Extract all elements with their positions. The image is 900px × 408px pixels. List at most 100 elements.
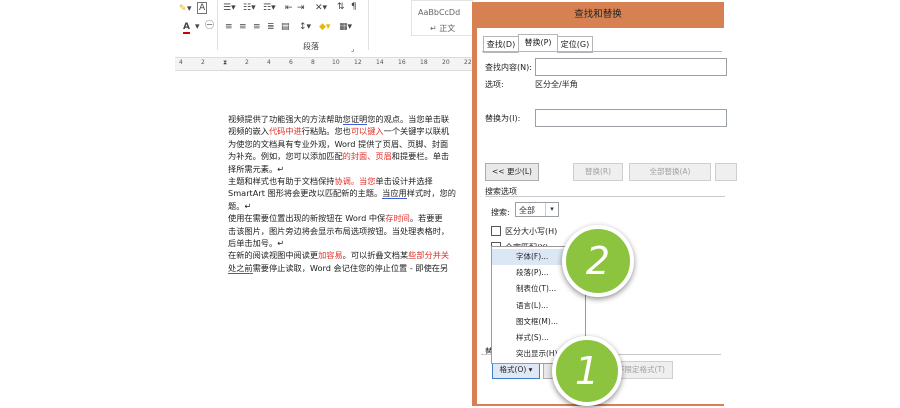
find-what-label: 查找内容(N): bbox=[485, 63, 532, 72]
character-border-icon[interactable]: A bbox=[197, 2, 208, 14]
match-case-label: 区分大小写(H) bbox=[505, 227, 558, 236]
find-next-button[interactable] bbox=[715, 163, 737, 181]
replace-with-input[interactable] bbox=[535, 109, 727, 127]
indent-marker-icon[interactable]: ⧗ bbox=[223, 59, 227, 67]
sort-icon[interactable]: ⇅ bbox=[337, 2, 345, 12]
underlined-text: 当应用 bbox=[382, 188, 407, 200]
menu-item-frame[interactable]: 图文框(M)... bbox=[492, 314, 584, 330]
ruler-tick: 2 bbox=[201, 59, 205, 66]
text-run: 主题和样式也有助于文档保持 bbox=[228, 175, 335, 186]
section-divider bbox=[485, 196, 725, 197]
horizontal-ruler[interactable]: 4 2 ⧗ 2 4 6 8 10 12 14 16 18 20 22 bbox=[175, 57, 475, 71]
bullets-icon[interactable]: ☰▾ bbox=[223, 3, 236, 13]
style-sample-text: AaBbCcDd bbox=[418, 8, 461, 17]
ruler-tick: 4 bbox=[179, 59, 183, 66]
document-line: 题。↵ bbox=[228, 200, 478, 212]
revision-text: 加容易 bbox=[318, 250, 343, 261]
search-direction-value: 全部 bbox=[519, 206, 535, 215]
ruler-tick: 16 bbox=[398, 59, 406, 66]
search-direction-select[interactable]: 全部 ▾ bbox=[515, 202, 559, 217]
align-center-icon[interactable]: ≡ bbox=[239, 22, 247, 32]
text-run: 。可以折叠文档某 bbox=[342, 250, 409, 261]
underlined-text: 处之前 bbox=[228, 262, 253, 274]
replace-all-button[interactable]: 全部替换(A) bbox=[629, 163, 711, 181]
distributed-icon[interactable]: ▤ bbox=[281, 22, 290, 32]
dropdown-arrow-icon[interactable]: ▾ bbox=[195, 22, 200, 32]
ribbon-separator bbox=[368, 0, 369, 50]
revision-text: 代码中进 bbox=[268, 126, 302, 137]
text-run: 为补充。例如，您可以添加匹配 bbox=[228, 151, 343, 162]
text-run: 和提要栏。单击 bbox=[391, 151, 450, 162]
chevron-down-icon: ▾ bbox=[545, 203, 558, 216]
revision-text: 存时间 bbox=[385, 213, 410, 224]
ruler-tick: 18 bbox=[420, 59, 428, 66]
replace-button[interactable]: 替换(R) bbox=[573, 163, 623, 181]
text-run: 视频提供了功能强大的方法帮助 bbox=[228, 114, 343, 124]
match-case-checkbox[interactable] bbox=[491, 226, 501, 236]
paragraph-group-label: 段落 bbox=[303, 42, 319, 51]
dropdown-arrow-icon[interactable]: ▾ bbox=[187, 4, 192, 14]
chinese-layout-icon[interactable]: ✕▾ bbox=[315, 3, 327, 13]
dialog-title: 查找和替换 bbox=[574, 9, 622, 20]
revision-text: 可以键入 bbox=[350, 126, 384, 137]
increase-indent-icon[interactable]: ⇥ bbox=[297, 3, 305, 13]
ruler-tick: 10 bbox=[332, 59, 340, 66]
ribbon: ✎ ▾ A A ▾ ㊀ ☰▾ ☷▾ ☶▾ ⇤ ⇥ ✕▾ ⇅ ¶ ≡ ≡ ≡ ≣ … bbox=[175, 0, 475, 58]
font-color-icon[interactable]: A bbox=[183, 22, 190, 34]
search-direction-label: 搜索: bbox=[491, 208, 510, 217]
align-right-icon[interactable]: ≡ bbox=[253, 22, 261, 32]
callout-2: 2 bbox=[562, 225, 634, 297]
highlight-icon[interactable]: ✎ bbox=[179, 4, 187, 14]
find-what-input[interactable] bbox=[535, 58, 727, 76]
revision-text: 协调。当您 bbox=[334, 175, 376, 186]
menu-item-language[interactable]: 语言(L)... bbox=[492, 298, 584, 314]
options-label: 选项: bbox=[485, 80, 504, 89]
text-run: 您的观点。当您单击联 bbox=[367, 114, 450, 124]
decrease-indent-icon[interactable]: ⇤ bbox=[285, 3, 293, 13]
text-run: 单击设计并选择 bbox=[375, 175, 433, 186]
text-run: 需要停止读取，Word 会记住您的停止位置 - 即使在另 bbox=[252, 262, 449, 273]
document-body[interactable]: 视频提供了功能强大的方法帮助您证明您的观点。当您单击联 视频的嵌入代码中进行粘贴。… bbox=[228, 113, 478, 274]
show-marks-icon[interactable]: ¶ bbox=[351, 2, 357, 12]
replace-with-label: 替换为(I): bbox=[485, 114, 521, 123]
align-left-icon[interactable]: ≡ bbox=[225, 22, 233, 32]
document-line: 后单击加号。↵ bbox=[228, 237, 478, 249]
text-run: 。若要更 bbox=[409, 213, 443, 224]
ribbon-separator bbox=[217, 0, 218, 50]
document-line: 视频提供了功能强大的方法帮助您证明您的观点。当您单击联 bbox=[228, 113, 478, 125]
borders-icon[interactable]: ▦▾ bbox=[339, 22, 352, 32]
ruler-tick: 14 bbox=[376, 59, 384, 66]
document-line: 为使您的文档具有专业外观，Word 提供了页眉、页脚、封面 bbox=[228, 138, 478, 150]
multilevel-icon[interactable]: ☶▾ bbox=[263, 3, 276, 13]
text-run: 择所需元素。↵ bbox=[228, 163, 284, 174]
text-run: 在新的阅读视图中阅读更 bbox=[228, 250, 319, 261]
document-line: 主题和样式也有助于文档保持协调。当您单击设计并选择 bbox=[228, 175, 478, 187]
ruler-tick: 22 bbox=[464, 59, 472, 66]
line-spacing-icon[interactable]: ↕▾ bbox=[299, 22, 311, 32]
revision-text: 些部分并关 bbox=[408, 250, 450, 261]
document-line: 视频的嵌入代码中进行粘贴。您也可以键入一个关键字以联机 bbox=[228, 125, 478, 137]
text-run: 后单击加号。↵ bbox=[228, 237, 284, 248]
enclose-character-icon[interactable]: ㊀ bbox=[205, 21, 214, 31]
document-line: 在新的阅读视图中阅读更加容易。可以折叠文档某些部分并关 bbox=[228, 249, 478, 261]
document-line: 为补充。例如，您可以添加匹配的封面、页眉和提要栏。单击 bbox=[228, 150, 478, 162]
document-line: 处之前需要停止读取，Word 会记住您的停止位置 - 即使在另 bbox=[228, 262, 478, 274]
shading-icon[interactable]: ◆▾ bbox=[319, 22, 330, 32]
text-run: 样式时，您的 bbox=[406, 188, 456, 199]
less-button[interactable]: << 更少(L) bbox=[485, 163, 539, 181]
ruler-tick: 4 bbox=[267, 59, 271, 66]
text-run: 行粘贴。您也 bbox=[301, 126, 351, 137]
callout-1: 1 bbox=[552, 336, 622, 406]
style-name-label: ↵ 正文 bbox=[430, 24, 456, 33]
justify-icon[interactable]: ≣ bbox=[267, 22, 275, 32]
document-line: 择所需元素。↵ bbox=[228, 163, 478, 175]
ruler-tick: 8 bbox=[311, 59, 315, 66]
text-run: 为使您的文档具有专业外观，Word 提供了页眉、页脚、封面 bbox=[228, 138, 449, 149]
text-run: 使用在需要位置出现的新按钮在 Word 中保 bbox=[228, 213, 386, 224]
numbering-icon[interactable]: ☷▾ bbox=[243, 3, 256, 13]
revision-text: 的封面、页眉 bbox=[342, 151, 392, 162]
ruler-tick: 6 bbox=[289, 59, 293, 66]
dialog-launcher-icon[interactable]: ⌟ bbox=[351, 44, 354, 54]
style-sample-card[interactable]: AaBbCcDd ↵ 正文 bbox=[411, 0, 473, 36]
ruler-tick: 2 bbox=[245, 59, 249, 66]
